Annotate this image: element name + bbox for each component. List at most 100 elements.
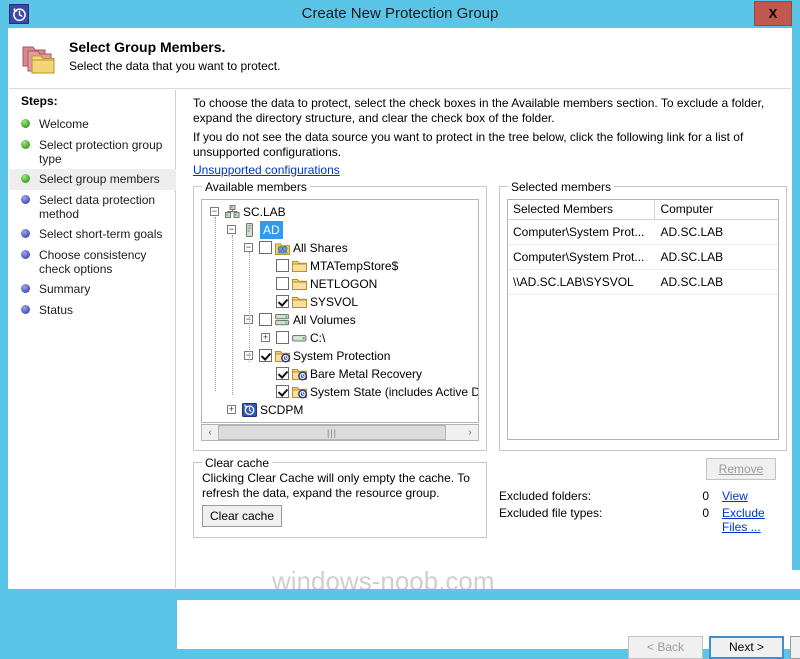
shares-icon — [275, 241, 290, 255]
cell-selected-member: Computer\System Prot... — [508, 245, 655, 269]
tree-node-label: SCDPM — [260, 401, 303, 419]
system-protection-icon — [275, 349, 290, 363]
system-protection-icon — [292, 367, 307, 381]
tree-node[interactable]: + SCDPM — [202, 401, 479, 419]
tree-node[interactable]: −AD — [202, 221, 479, 239]
steps-title: Steps: — [21, 94, 58, 108]
tree-checkbox-checked[interactable] — [259, 349, 272, 362]
tree-horizontal-scrollbar[interactable]: ‹ ||| › — [201, 424, 479, 441]
tree-node[interactable]: System State (includes Active Direct — [202, 383, 479, 401]
tree-node[interactable]: −All Volumes — [202, 311, 479, 329]
collapse-expander-icon[interactable]: − — [244, 243, 253, 252]
next-button[interactable]: Next > — [709, 636, 784, 659]
sidebar-step-welcome[interactable]: Welcome — [9, 114, 176, 135]
excluded-folders-count: 0 — [695, 489, 709, 503]
server-group-icon — [225, 205, 240, 219]
tree-node[interactable]: Bare Metal Recovery — [202, 365, 479, 383]
expand-expander-icon[interactable]: + — [227, 405, 236, 414]
available-members-tree[interactable]: −SC.LAB−AD−All SharesMTATempStore$NETLOG… — [201, 199, 479, 423]
step-bullet-icon — [21, 174, 30, 183]
excluded-file-types-count: 0 — [695, 506, 709, 520]
sidebar-step-select-short-term-goals[interactable]: Select short-term goals — [9, 224, 176, 245]
instruction-paragraph-1: To choose the data to protect, select th… — [193, 96, 773, 126]
sidebar-step-summary[interactable]: Summary — [9, 279, 176, 300]
step-label: Select group members — [39, 172, 160, 186]
sidebar-step-status[interactable]: Status — [9, 300, 176, 321]
cancel-button[interactable]: Cancel — [790, 636, 800, 659]
sidebar-step-select-data-protection-method[interactable]: Select data protection method — [9, 190, 176, 224]
exclude-files-link[interactable]: Exclude Files ... — [722, 506, 791, 534]
remove-button[interactable]: Remove — [706, 458, 776, 480]
page-header: Select Group Members. Select the data th… — [9, 29, 791, 89]
tree-checkbox-unchecked[interactable] — [276, 259, 289, 272]
step-bullet-icon — [21, 195, 30, 204]
sidebar-step-select-group-members[interactable]: Select group members — [9, 169, 176, 190]
step-bullet-icon — [21, 229, 30, 238]
tree-connector-line — [249, 252, 250, 362]
tree-checkbox-checked[interactable] — [276, 367, 289, 380]
selected-members-legend: Selected members — [508, 180, 614, 194]
unsupported-configurations-link[interactable]: Unsupported configurations — [193, 163, 340, 177]
clear-cache-button[interactable]: Clear cache — [202, 505, 282, 527]
collapse-expander-icon[interactable]: − — [227, 225, 236, 234]
tree-checkbox-unchecked[interactable] — [259, 241, 272, 254]
step-label: Choose consistency check options — [39, 248, 146, 276]
step-bullet-icon — [21, 284, 30, 293]
tree-node-label: MTATempStore$ — [310, 257, 398, 275]
step-bullet-icon — [21, 140, 30, 149]
column-header-computer[interactable]: Computer — [655, 200, 778, 219]
column-header-selected-members[interactable]: Selected Members — [508, 200, 655, 219]
titlebar: Create New Protection Group X — [0, 0, 800, 28]
step-label: Select short-term goals — [39, 227, 162, 241]
collapse-expander-icon[interactable]: − — [210, 207, 219, 216]
tree-node[interactable]: + C:\ — [202, 329, 479, 347]
tree-node[interactable]: SYSVOL — [202, 293, 479, 311]
excluded-file-types-label: Excluded file types: — [499, 506, 602, 520]
tree-node[interactable]: −System Protection — [202, 347, 479, 365]
dialog-client-area: Select Group Members. Select the data th… — [8, 28, 792, 589]
steps-sidebar: Steps: WelcomeSelect protection group ty… — [9, 90, 176, 588]
table-row[interactable]: Computer\System Prot...AD.SC.LAB — [508, 245, 778, 270]
step-label: Summary — [39, 282, 90, 296]
selected-members-table[interactable]: Selected Members Computer Computer\Syste… — [507, 199, 779, 440]
main-panel: To choose the data to protect, select th… — [177, 90, 791, 588]
selected-members-group: Selected members Selected Members Comput… — [499, 186, 787, 451]
cell-computer: AD.SC.LAB — [655, 220, 778, 244]
remove-button-label: Remove — [719, 462, 764, 476]
tree-node[interactable]: − SC.LAB — [202, 203, 479, 221]
tree-checkbox-checked[interactable] — [276, 385, 289, 398]
view-excluded-folders-link[interactable]: View — [722, 489, 748, 503]
scroll-left-icon[interactable]: ‹ — [202, 425, 218, 440]
tree-checkbox-unchecked[interactable] — [276, 331, 289, 344]
window-bottom-edge — [0, 589, 800, 600]
step-bullet-icon — [21, 250, 30, 259]
expand-expander-icon[interactable]: + — [261, 333, 270, 342]
tree-node[interactable]: MTATempStore$ — [202, 257, 479, 275]
tree-checkbox-checked[interactable] — [276, 295, 289, 308]
tree-node-label: All Shares — [293, 239, 348, 257]
table-row[interactable]: Computer\System Prot...AD.SC.LAB — [508, 220, 778, 245]
cell-computer: AD.SC.LAB — [655, 245, 778, 269]
sidebar-step-select-protection-group-type[interactable]: Select protection group type — [9, 135, 176, 169]
tree-node-label: C:\ — [310, 329, 325, 347]
tree-checkbox-unchecked[interactable] — [259, 313, 272, 326]
tree-node-label: SC.LAB — [243, 203, 286, 221]
folder-icon — [292, 295, 307, 309]
tree-node[interactable]: − All Shares — [202, 239, 479, 257]
table-row[interactable]: \\AD.SC.LAB\SYSVOLAD.SC.LAB — [508, 270, 778, 295]
scroll-right-icon[interactable]: › — [462, 425, 478, 440]
page-title: Select Group Members. — [69, 39, 225, 55]
back-button[interactable]: < Back — [628, 636, 703, 659]
sidebar-step-choose-consistency-check-options[interactable]: Choose consistency check options — [9, 245, 176, 279]
scrollbar-thumb[interactable]: ||| — [218, 425, 446, 440]
tree-node-label: NETLOGON — [310, 275, 377, 293]
tree-node[interactable]: NETLOGON — [202, 275, 479, 293]
step-bullet-icon — [21, 119, 30, 128]
instruction-paragraph-2: If you do not see the data source you wa… — [193, 130, 778, 160]
window-title: Create New Protection Group — [0, 0, 800, 28]
tree-node-label: All Volumes — [293, 311, 356, 329]
tree-node-label: System Protection — [293, 347, 390, 365]
tree-checkbox-unchecked[interactable] — [276, 277, 289, 290]
close-icon[interactable]: X — [754, 1, 792, 26]
scrollbar-track[interactable]: ||| — [218, 425, 462, 440]
